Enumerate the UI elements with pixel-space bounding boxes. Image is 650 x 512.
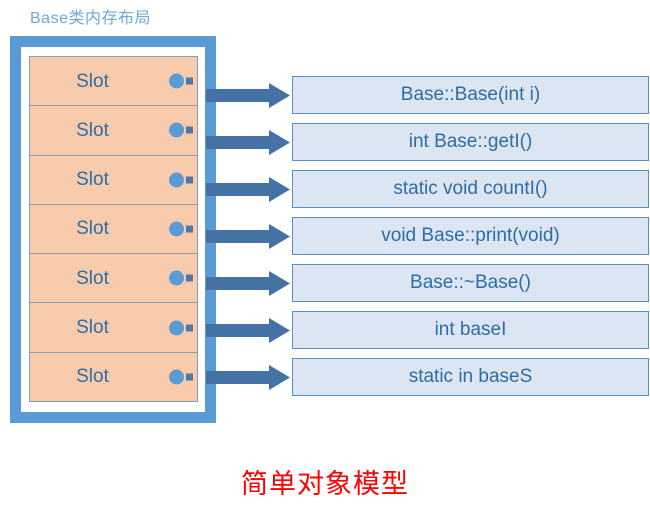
arrow-icon — [206, 83, 290, 108]
member-box[interactable]: static in baseS — [292, 358, 649, 396]
slot-connector-stub-icon — [186, 373, 193, 381]
arrow-icon — [206, 271, 290, 296]
slot-label: Slot — [76, 70, 109, 92]
slot-connector-stub-icon — [186, 274, 193, 282]
member-label: int Base::getI() — [408, 131, 533, 152]
member-box[interactable]: Base::~Base() — [292, 264, 649, 302]
slot-pointer-dot-icon — [169, 73, 184, 89]
slot-row[interactable]: Slot — [30, 352, 197, 401]
member-box[interactable]: int Base::getI() — [292, 123, 649, 161]
member-label: int baseI — [434, 319, 507, 340]
diagram-title: Base类内存布局 — [30, 10, 151, 27]
slot-label: Slot — [76, 366, 109, 388]
slot-label: Slot — [76, 119, 109, 141]
slot-pointer-dot-icon — [169, 221, 184, 237]
slot-row[interactable]: Slot — [30, 204, 197, 255]
member-box[interactable]: static void countI() — [292, 170, 649, 208]
slot-label: Slot — [76, 218, 109, 240]
member-label: static in baseS — [408, 366, 533, 387]
member-label: void Base::print(void) — [381, 225, 560, 246]
arrow-icon — [206, 130, 290, 155]
slot-pointer-dot-icon — [169, 369, 184, 385]
slot-pointer-dot-icon — [169, 270, 184, 286]
member-box[interactable]: Base::Base(int i) — [292, 76, 649, 114]
slot-row[interactable]: Slot — [30, 57, 197, 107]
slot-label: Slot — [76, 317, 109, 339]
slot-connector-stub-icon — [186, 126, 193, 134]
slot-label: Slot — [76, 169, 109, 191]
member-label: Base::Base(int i) — [400, 84, 541, 105]
slot-connector-stub-icon — [186, 176, 193, 184]
slot-label: Slot — [76, 267, 109, 289]
diagram-caption: 简单对象模型 — [241, 469, 409, 499]
slot-row[interactable]: Slot — [30, 303, 197, 353]
slot-connector-stub-icon — [186, 225, 193, 233]
memory-layout-container: Slot Slot Slot Slot Slot Slot Slot — [10, 36, 216, 423]
member-box[interactable]: void Base::print(void) — [292, 217, 649, 255]
slot-pointer-dot-icon — [169, 320, 184, 336]
arrow-icon — [206, 365, 290, 390]
arrow-icon — [206, 224, 290, 249]
slot-connector-stub-icon — [186, 324, 193, 332]
slot-row[interactable]: Slot — [30, 155, 197, 205]
arrow-icon — [206, 177, 290, 202]
slot-row[interactable]: Slot — [30, 106, 197, 156]
member-label: Base::~Base() — [410, 272, 531, 293]
member-box[interactable]: int baseI — [292, 311, 649, 349]
memory-layout-inner: Slot Slot Slot Slot Slot Slot Slot — [21, 47, 205, 412]
slot-connector-stub-icon — [186, 77, 193, 85]
slot-stack: Slot Slot Slot Slot Slot Slot Slot — [29, 56, 198, 402]
slot-pointer-dot-icon — [169, 122, 184, 138]
object-model-diagram: Base类内存布局 Slot Slot Slot Slot Slot Slot … — [0, 0, 650, 512]
slot-row[interactable]: Slot — [30, 254, 197, 304]
member-label: static void countI() — [393, 178, 548, 199]
arrow-icon — [206, 318, 290, 343]
slot-pointer-dot-icon — [169, 172, 184, 188]
